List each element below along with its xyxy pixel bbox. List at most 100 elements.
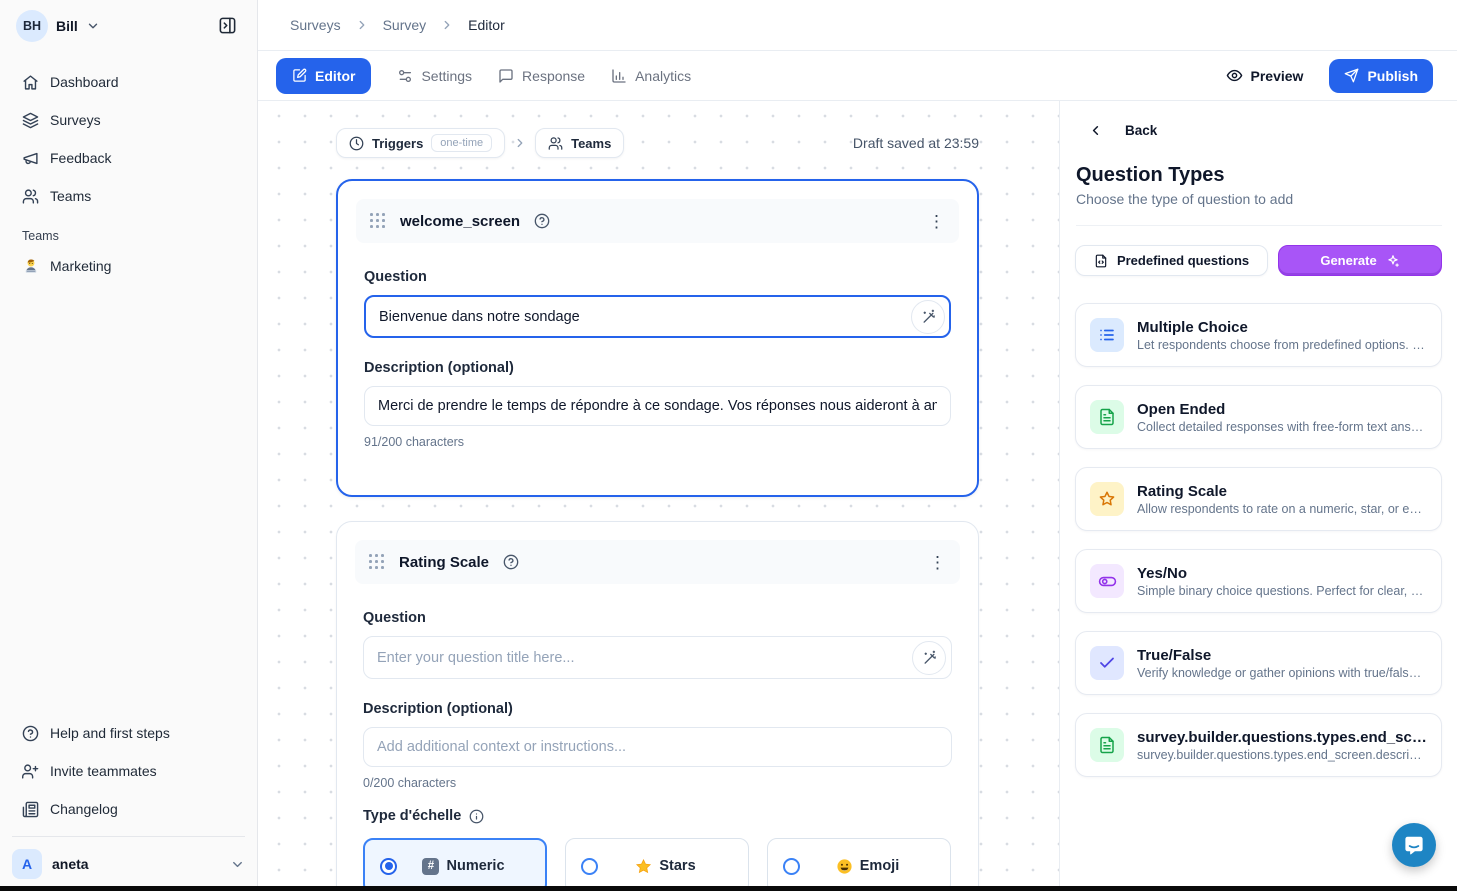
teams-section-header: Teams [0,213,257,249]
pencil-icon [292,68,307,83]
type-name: Open Ended [1137,401,1427,418]
tab-settings[interactable]: Settings [397,68,472,84]
panel-title: Question Types [1076,164,1442,187]
description-field-label: Description (optional) [363,701,952,717]
newspaper-icon [22,801,39,818]
sparkles-icon [1386,254,1400,268]
type-card-yes-no[interactable]: Yes/No Simple binary choice questions. P… [1075,549,1442,613]
more-options-icon[interactable]: ⋮ [929,554,946,571]
back-button[interactable]: Back [1075,123,1442,138]
file-text-icon [1090,728,1124,762]
type-name: Rating Scale [1137,483,1427,500]
question-title-input[interactable] [364,295,951,338]
scale-type-options: # Numeric [363,838,952,891]
more-options-icon[interactable]: ⋮ [928,213,945,230]
ai-rewrite-button[interactable] [912,641,946,675]
chevron-right-icon [513,136,527,150]
type-desc: Allow respondents to rate on a numeric, … [1137,502,1427,516]
generate-button[interactable]: Generate [1278,245,1442,276]
panel-actions: Predefined questions Generate [1075,245,1442,276]
drag-handle-icon[interactable] [369,554,385,570]
chevron-right-icon [355,18,369,32]
description-field-label: Description (optional) [364,360,951,376]
tab-analytics[interactable]: Analytics [611,68,691,84]
sidebar-item-surveys[interactable]: Surveys [12,103,245,137]
circle-help-icon [22,725,39,742]
type-name: Yes/No [1137,565,1427,582]
sidebar-item-dashboard[interactable]: Dashboard [12,65,245,99]
type-name: Multiple Choice [1137,319,1427,336]
panel-subtitle: Choose the type of question to add [1076,191,1442,226]
question-card-header: welcome_screen ⋮ [356,199,959,243]
publish-button[interactable]: Publish [1329,59,1433,93]
scale-option-emoji[interactable]: Emoji [767,838,951,891]
chart-icon [611,68,627,84]
main-column: Surveys Survey Editor Editor Setting [258,0,1457,891]
circle-help-icon[interactable] [503,554,519,570]
breadcrumb-surveys[interactable]: Surveys [290,17,341,33]
sidebar-item-label: Feedback [50,150,111,166]
scale-option-label: Stars [659,858,695,874]
technologist-emoji-icon [22,257,40,275]
scale-option-numeric[interactable]: # Numeric [363,838,547,891]
account-menu[interactable]: A aneta [12,836,245,879]
question-card-header: Rating Scale ⋮ [355,540,960,584]
trigger-type-badge: one-time [431,134,492,152]
type-card-multiple-choice[interactable]: Multiple Choice Let respondents choose f… [1075,303,1442,367]
sidebar-item-label: Surveys [50,112,101,128]
info-icon[interactable] [469,809,484,824]
sidebar: BH Bill Dashboard Surv [0,0,258,891]
sidebar-item-marketing[interactable]: Marketing [12,249,245,283]
question-title-input[interactable] [363,636,952,679]
ai-rewrite-button[interactable] [911,300,945,334]
breadcrumb-editor[interactable]: Editor [468,17,505,33]
chat-launcher-button[interactable] [1392,823,1436,867]
tab-label: Settings [421,68,472,84]
preview-button[interactable]: Preview [1226,67,1304,84]
sidebar-item-changelog[interactable]: Changelog [12,792,245,826]
account-avatar: A [12,849,42,879]
sidebar-spacer [0,283,257,708]
breadcrumb-survey[interactable]: Survey [383,17,427,33]
sidebar-item-invite[interactable]: Invite teammates [12,754,245,788]
sidebar-item-label: Dashboard [50,74,119,90]
teams-pill[interactable]: Teams [535,128,624,158]
question-card-welcome-screen[interactable]: welcome_screen ⋮ Question [336,179,979,497]
tab-editor[interactable]: Editor [276,58,371,94]
sidebar-item-feedback[interactable]: Feedback [12,141,245,175]
breadcrumb: Surveys Survey Editor [258,0,1457,51]
hash-keycap-icon: # [422,858,439,875]
question-types-panel: Back Question Types Choose the type of q… [1059,101,1457,891]
drag-handle-icon[interactable] [370,213,386,229]
type-card-end-screen[interactable]: survey.builder.questions.types.end_scr..… [1075,713,1442,777]
triggers-pill[interactable]: Triggers one-time [336,128,505,158]
question-card-rating-scale[interactable]: Rating Scale ⋮ Question [336,521,979,891]
sidebar-item-help[interactable]: Help and first steps [12,716,245,750]
send-icon [1344,68,1359,83]
question-field-label: Question [363,610,952,626]
sliders-icon [397,68,413,84]
builder-canvas[interactable]: Triggers one-time Teams Draft sav [258,101,1059,891]
sidebar-item-teams[interactable]: Teams [12,179,245,213]
predefined-questions-button[interactable]: Predefined questions [1075,245,1268,276]
workspace-switcher[interactable]: BH Bill [0,0,257,51]
type-desc: survey.builder.questions.types.end_scree… [1137,748,1427,762]
description-input[interactable] [363,727,952,767]
sidebar-item-label: Invite teammates [50,763,157,779]
type-card-true-false[interactable]: True/False Verify knowledge or gather op… [1075,631,1442,695]
tab-label: Editor [315,68,355,84]
type-name: True/False [1137,647,1427,664]
sidebar-item-label: Teams [50,188,91,204]
draft-status: Draft saved at 23:59 [853,135,979,151]
question-type-list: Multiple Choice Let respondents choose f… [1075,303,1442,777]
predefined-label: Predefined questions [1117,253,1249,268]
type-card-rating-scale[interactable]: Rating Scale Allow respondents to rate o… [1075,467,1442,531]
sidebar-collapse-button[interactable] [211,10,243,42]
chevron-left-icon [1088,123,1103,138]
type-card-open-ended[interactable]: Open Ended Collect detailed responses wi… [1075,385,1442,449]
description-input[interactable] [364,386,951,426]
scale-option-stars[interactable]: Stars [565,838,749,891]
circle-help-icon[interactable] [534,213,550,229]
tab-response[interactable]: Response [498,68,585,84]
sidebar-footer-nav: Help and first steps Invite teammates Ch… [0,708,257,826]
